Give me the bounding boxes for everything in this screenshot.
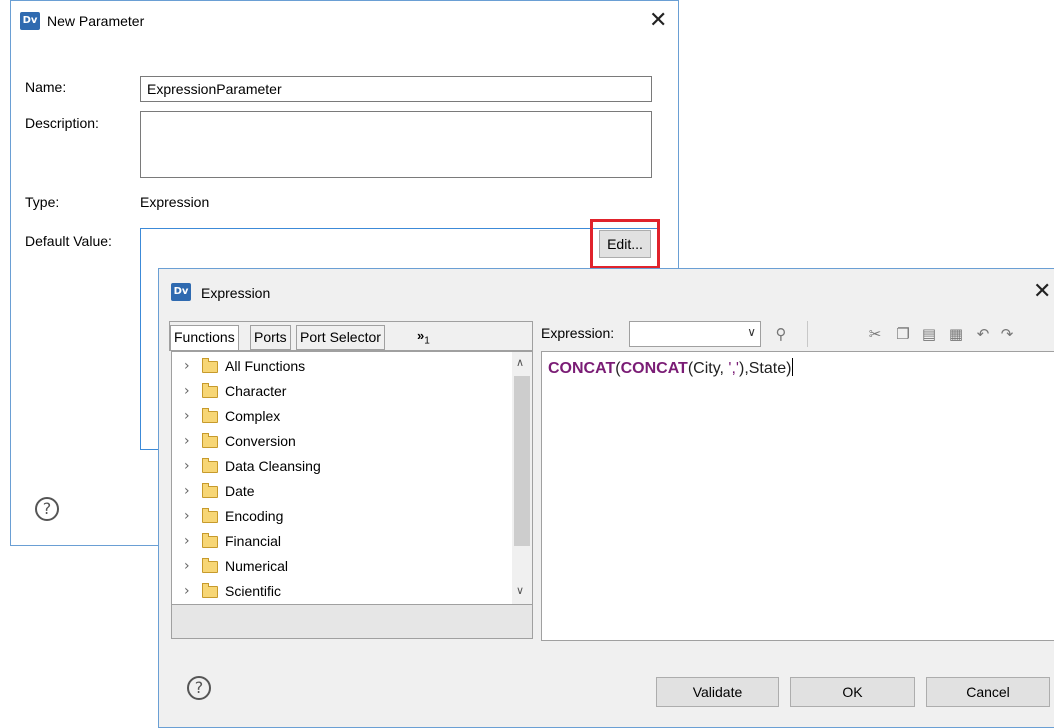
folder-icon <box>202 583 218 598</box>
cut-icon[interactable]: ✂ <box>865 324 885 344</box>
tree-item-date[interactable]: › Date <box>172 481 502 505</box>
more-tabs-button[interactable]: »1 <box>417 328 430 347</box>
tree-item-numerical[interactable]: › Numerical <box>172 556 502 580</box>
tree-item-scientific[interactable]: › Scientific <box>172 581 502 605</box>
app-logo-icon: Dv <box>171 283 191 301</box>
tree-item-conversion[interactable]: › Conversion <box>172 431 502 455</box>
function-keyword: CONCAT <box>620 360 688 377</box>
expression-label: Expression: <box>541 325 615 341</box>
vertical-scrollbar[interactable]: ∧ ∨ <box>512 352 532 604</box>
cancel-button[interactable]: Cancel <box>926 677 1050 707</box>
folder-icon <box>202 433 218 448</box>
dialog-title: Expression <box>201 285 271 301</box>
folder-icon <box>202 358 218 373</box>
binoculars-icon[interactable]: ⚲ <box>771 324 791 344</box>
chevron-right-icon[interactable]: › <box>184 408 190 424</box>
tree-item-character[interactable]: › Character <box>172 381 502 405</box>
code-text: (City, <box>687 360 729 377</box>
scrollbar-thumb[interactable] <box>514 376 530 546</box>
type-label: Type: <box>25 194 60 210</box>
string-literal: ',' <box>728 360 739 377</box>
close-icon[interactable]: ✕ <box>649 10 667 32</box>
scroll-down-icon[interactable]: ∨ <box>516 584 524 597</box>
default-value-label: Default Value: <box>25 233 112 249</box>
tree-item-all-functions[interactable]: › All Functions <box>172 356 502 380</box>
ok-button[interactable]: OK <box>790 677 915 707</box>
tree-item-data-cleansing[interactable]: › Data Cleansing <box>172 456 502 480</box>
tree-item-label: Numerical <box>225 558 289 574</box>
paste-special-icon[interactable]: ▦ <box>946 324 966 344</box>
expression-dialog: Dv Expression ✕ Functions Ports Port Sel… <box>158 268 1054 728</box>
folder-icon <box>202 383 218 398</box>
tree-item-label: Scientific <box>225 583 282 599</box>
chevron-right-icon[interactable]: › <box>184 433 190 449</box>
expression-combo[interactable]: ∨ <box>629 321 761 347</box>
folder-icon <box>202 508 218 523</box>
chevron-right-icon[interactable]: › <box>184 533 190 549</box>
folder-icon <box>202 458 218 473</box>
edit-button[interactable]: Edit... <box>599 230 651 258</box>
folder-icon <box>202 483 218 498</box>
chevron-right-icon[interactable]: › <box>184 358 190 374</box>
function-keyword: CONCAT <box>548 360 616 377</box>
tree-item-label: Complex <box>225 408 281 424</box>
folder-icon <box>202 558 218 573</box>
help-icon[interactable]: ? <box>35 497 59 521</box>
app-logo-icon: Dv <box>20 12 40 30</box>
chevron-right-icon[interactable]: › <box>184 583 190 599</box>
tab-port-selector[interactable]: Port Selector <box>296 325 385 350</box>
description-label: Description: <box>25 115 99 131</box>
folder-icon <box>202 408 218 423</box>
more-tabs-count: 1 <box>424 335 430 347</box>
chevron-down-icon[interactable]: ∨ <box>747 325 756 339</box>
tree-item-financial[interactable]: › Financial <box>172 531 502 555</box>
title-bar: Dv New Parameter ✕ <box>11 1 678 41</box>
chevron-right-icon[interactable]: › <box>184 558 190 574</box>
chevron-right-icon[interactable]: › <box>184 458 190 474</box>
tab-ports[interactable]: Ports <box>250 325 291 350</box>
function-tabs: Functions Ports Port Selector »1 <box>169 321 533 351</box>
close-icon[interactable]: ✕ <box>1033 281 1051 303</box>
chevron-right-icon[interactable]: › <box>184 483 190 499</box>
tree-item-label: Encoding <box>225 508 284 524</box>
function-tree: › All Functions › Character › Complex › … <box>171 351 533 605</box>
tree-item-complex[interactable]: › Complex <box>172 406 502 430</box>
copy-icon[interactable]: ❐ <box>893 324 913 344</box>
name-field[interactable] <box>140 76 652 102</box>
paste-icon[interactable]: ▤ <box>919 324 939 344</box>
tree-item-label: All Functions <box>225 358 306 374</box>
tab-functions[interactable]: Functions <box>170 325 239 350</box>
text-caret <box>792 358 794 376</box>
tree-item-label: Data Cleansing <box>225 458 321 474</box>
folder-icon <box>202 533 218 548</box>
chevron-right-icon[interactable]: › <box>184 383 190 399</box>
undo-icon[interactable]: ↶ <box>973 324 993 344</box>
expression-editor[interactable]: CONCAT(CONCAT(City, ','),State) <box>541 351 1054 641</box>
chevron-right-icon[interactable]: › <box>184 508 190 524</box>
scroll-up-icon[interactable]: ∧ <box>516 356 524 369</box>
tree-item-label: Conversion <box>225 433 296 449</box>
dialog-title: New Parameter <box>47 13 145 29</box>
function-description-area <box>171 605 533 639</box>
type-value: Expression <box>140 194 210 210</box>
expression-code: CONCAT(CONCAT(City, ','),State) <box>548 358 794 378</box>
help-icon[interactable]: ? <box>187 676 211 700</box>
validate-button[interactable]: Validate <box>656 677 779 707</box>
toolbar-separator <box>807 321 808 347</box>
tree-item-label: Date <box>225 483 255 499</box>
tree-item-encoding[interactable]: › Encoding <box>172 506 502 530</box>
code-text: ),State) <box>738 360 792 377</box>
description-field[interactable] <box>140 111 652 178</box>
redo-icon[interactable]: ↷ <box>997 324 1017 344</box>
name-label: Name: <box>25 79 67 95</box>
edit-button-highlight: Edit... <box>590 219 660 269</box>
tree-item-label: Character <box>225 383 287 399</box>
tree-item-label: Financial <box>225 533 282 549</box>
